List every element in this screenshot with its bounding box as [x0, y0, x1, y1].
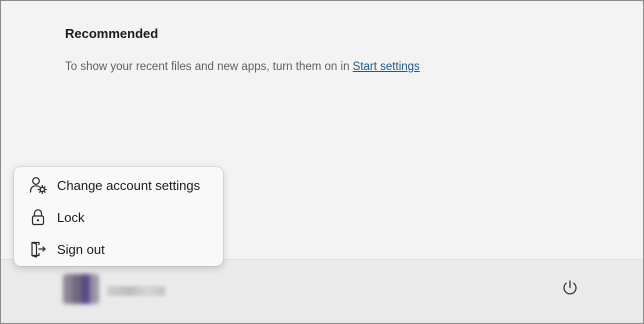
lock-icon	[28, 207, 48, 227]
menu-item-label: Sign out	[57, 241, 105, 257]
lock-item[interactable]: Lock	[18, 202, 219, 232]
user-bar	[1, 259, 643, 323]
start-settings-link[interactable]: Start settings	[353, 61, 420, 73]
person-gear-icon	[28, 175, 48, 195]
avatar[interactable]	[63, 274, 99, 304]
menu-item-label: Change account settings	[57, 177, 201, 193]
account-menu: Change account settings Lock Sign out	[14, 167, 223, 266]
recommended-message-text: To show your recent files and new apps, …	[65, 61, 353, 73]
user-name[interactable]	[107, 286, 165, 296]
recommended-heading: Recommended	[65, 26, 159, 41]
power-icon	[561, 279, 579, 302]
start-menu-panel: Recommended To show your recent files an…	[0, 0, 644, 324]
menu-item-label: Lock	[57, 209, 85, 225]
sign-out-item[interactable]: Sign out	[18, 234, 219, 264]
change-account-settings-item[interactable]: Change account settings	[18, 170, 219, 200]
power-button[interactable]	[556, 276, 584, 304]
sign-out-icon	[28, 239, 48, 259]
recommended-message: To show your recent files and new apps, …	[65, 61, 420, 73]
